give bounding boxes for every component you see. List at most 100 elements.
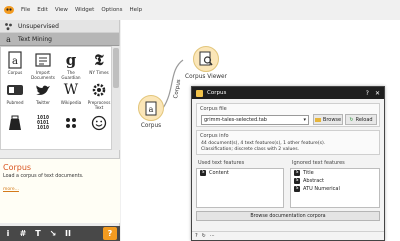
dialog-help-button[interactable]: ?	[366, 90, 369, 97]
menu-edit[interactable]: Edit	[37, 7, 48, 13]
widget-import-documents[interactable]: Import Documents	[29, 50, 57, 80]
corpus-icon: a	[1, 50, 29, 70]
bottom-toolbar: i # T ↘ II ?	[0, 226, 120, 241]
browse-button[interactable]: Browse	[313, 114, 343, 125]
text-mining-icon: a	[6, 34, 11, 44]
reload-icon: ↻	[349, 116, 354, 123]
pubmed-icon	[1, 80, 29, 100]
menu-file[interactable]: File	[21, 7, 30, 13]
help-title: Corpus	[3, 163, 32, 172]
import-documents-icon	[29, 50, 57, 70]
arrow-annotation-button[interactable]: ↘	[46, 227, 60, 240]
widget-label: Pubmed	[6, 100, 24, 105]
help-description: Load a corpus of text documents.	[3, 174, 84, 179]
info-button[interactable]: i	[1, 227, 15, 240]
chevron-down-icon: ▾	[303, 117, 306, 123]
dialog-close-button[interactable]: ✕	[375, 90, 380, 97]
widget-binary-glyph[interactable]: 1010 0101 1010	[29, 113, 57, 133]
help-more-link[interactable]: more...	[3, 187, 117, 192]
unsupervised-icon	[4, 22, 13, 31]
dialog-title: Corpus	[207, 90, 227, 96]
menu-help[interactable]: Help	[130, 7, 143, 13]
text-annotation-button[interactable]: T	[31, 227, 45, 240]
orange-app-icon	[4, 6, 14, 14]
corpus-info-group: Corpus info 44 document(s), 4 text featu…	[196, 130, 380, 155]
reload-label: Reload	[355, 116, 373, 123]
widget-grid: a Corpus Import Documents g The Guardian…	[0, 46, 112, 150]
widget-label: The Guardian	[61, 70, 81, 80]
feature-item[interactable]: S Title	[291, 169, 379, 177]
feature-label: Abstract	[303, 178, 324, 184]
widget-sentiment[interactable]	[85, 113, 113, 133]
browse-label: Browse	[322, 116, 342, 123]
feature-item[interactable]: S Abstract	[291, 177, 379, 185]
guardian-icon: g	[65, 51, 77, 69]
svg-text:a: a	[12, 56, 18, 67]
status-help-icon[interactable]: ?	[195, 233, 198, 239]
widget-pubmed[interactable]: Pubmed	[1, 80, 29, 105]
reload-button[interactable]: ↻ Reload	[345, 114, 377, 125]
corpus-viewer-icon	[193, 46, 219, 72]
grid-button[interactable]: #	[16, 227, 30, 240]
corpus-node-icon: a	[138, 95, 164, 121]
corpus-info-text: 44 document(s), 4 text features(s), 1 ot…	[201, 141, 325, 153]
widget-corpus[interactable]: a Corpus	[1, 50, 29, 75]
dialog-app-icon	[196, 89, 203, 97]
menu-options[interactable]: Options	[101, 7, 122, 13]
browse-documentation-corpora-button[interactable]: Browse documentation corpora	[196, 211, 380, 221]
help-panel: Corpus Load a corpus of text documents. …	[0, 158, 120, 223]
used-features-list[interactable]: S Content	[196, 168, 284, 208]
string-type-icon: S	[294, 186, 300, 192]
widget-ny-times[interactable]: 𝕿 NY Times	[85, 50, 113, 75]
status-more-icon[interactable]: ⋯	[210, 233, 215, 239]
used-features-title: Used text features	[198, 160, 245, 166]
binary-text: 1010 0101 1010	[36, 114, 50, 131]
wikipedia-icon: W	[63, 82, 79, 98]
widget-label: NY Times	[89, 70, 109, 75]
sidebar-scrollbar[interactable]	[112, 46, 120, 150]
category-label: Unsupervised	[18, 22, 59, 30]
widget-label: Twitter	[35, 100, 51, 105]
node-corpus[interactable]: a Corpus	[131, 95, 171, 129]
svg-text:a: a	[149, 105, 154, 114]
widget-label: Import Documents	[31, 70, 55, 80]
string-type-icon: S	[294, 178, 300, 184]
widget-wikipedia[interactable]: W Wikipedia	[57, 80, 85, 105]
string-type-icon: S	[294, 170, 300, 176]
ny-times-icon: 𝕿	[94, 51, 104, 69]
feature-label: Title	[303, 170, 314, 176]
widget-the-guardian[interactable]: g The Guardian	[57, 50, 85, 80]
widget-label: Preprocess Text	[87, 100, 111, 110]
category-text-mining[interactable]: a Text Mining	[0, 33, 119, 46]
menu-view[interactable]: View	[55, 7, 68, 13]
widget-twitter[interactable]: Twitter	[29, 80, 57, 105]
twitter-bird-icon	[29, 80, 57, 100]
corpus-file-select[interactable]: grimm-tales-selected.tab ▾	[201, 115, 309, 125]
feature-label: ATU Numerical	[303, 186, 340, 192]
ignored-features-list[interactable]: S Title S Abstract S ATU Numerical	[290, 168, 380, 208]
widget-similarity[interactable]	[57, 113, 85, 133]
smiley-icon	[85, 113, 113, 133]
selected-file: grimm-tales-selected.tab	[204, 117, 267, 123]
binary-digits-icon: 1010 0101 1010	[29, 113, 57, 133]
widget-bag-of-words[interactable]	[1, 113, 29, 133]
feature-item[interactable]: S ATU Numerical	[291, 185, 379, 193]
help-button[interactable]: ?	[103, 227, 117, 240]
menu-widget[interactable]: Widget	[75, 7, 94, 13]
status-refresh-icon[interactable]: ↻	[202, 233, 206, 239]
group-title: Corpus file	[200, 106, 227, 112]
category-unsupervised[interactable]: Unsupervised	[0, 20, 119, 33]
feature-item[interactable]: S Content	[197, 169, 283, 177]
node-corpus-viewer[interactable]: Corpus Viewer	[181, 46, 231, 80]
preprocess-gear-icon	[85, 80, 113, 100]
folder-icon	[314, 117, 321, 122]
feature-label: Content	[209, 170, 229, 176]
scrollbar-thumb[interactable]	[113, 48, 119, 88]
node-label: Corpus	[140, 123, 162, 129]
pause-button[interactable]: II	[61, 227, 75, 240]
widget-preprocess-text[interactable]: Preprocess Text	[85, 80, 113, 110]
corpus-file-group: Corpus file grimm-tales-selected.tab ▾ B…	[196, 103, 380, 127]
widget-label: Wikipedia	[60, 100, 82, 105]
string-type-icon: S	[200, 170, 206, 176]
ignored-features-title: Ignored text features	[292, 160, 345, 166]
